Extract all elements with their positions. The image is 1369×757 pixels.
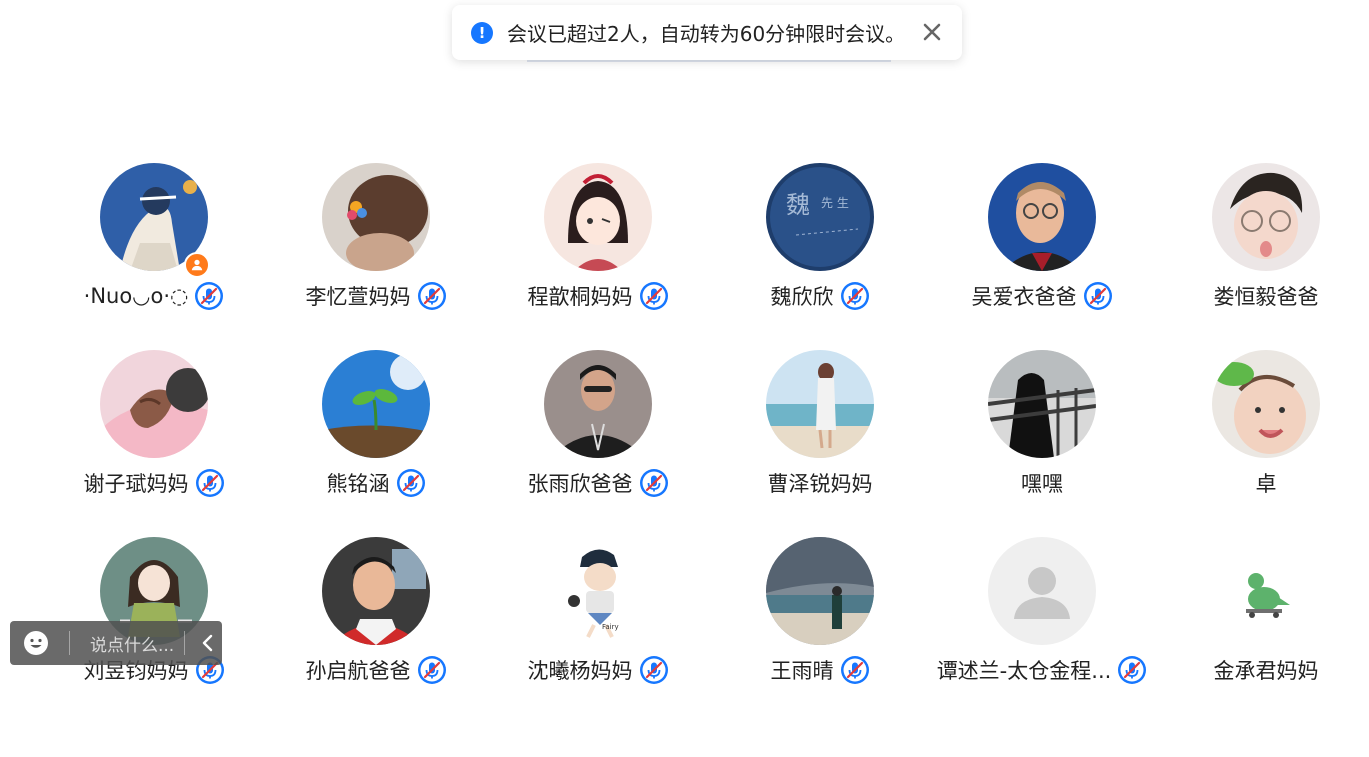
avatar-photo-beach-woman [766, 350, 874, 458]
participant-name-row: 娄恒毅爸爸 [1155, 281, 1369, 311]
participant-name: 嘿嘿 [1021, 472, 1063, 496]
participant-name: 曹泽锐妈妈 [767, 472, 873, 496]
participant-tile[interactable]: 孙启航爸爸 [265, 537, 487, 707]
avatar-photo-man-glasses [988, 163, 1096, 271]
mic-muted-icon [1083, 281, 1113, 311]
participant-name: 张雨欣爸爸 [527, 472, 633, 496]
mic-muted-icon [840, 655, 870, 685]
participant-name: 孙启航爸爸 [305, 659, 411, 683]
avatar-photo-baby-glasses [1212, 163, 1320, 271]
avatar-photo-boy [322, 537, 430, 645]
participant-name-row: 李忆萱妈妈 [265, 281, 487, 311]
participant-tile[interactable]: 娄恒毅爸爸 [1155, 163, 1369, 333]
mic-muted-icon [840, 281, 870, 311]
chat-input-placeholder[interactable]: 说点什么... [90, 631, 174, 656]
participant-tile[interactable]: 吴爱衣爸爸 [931, 163, 1153, 333]
avatar-photo-stormy-beach [766, 537, 874, 645]
chat-input-bar[interactable]: 说点什么... [10, 621, 222, 665]
avatar-photo-holding-hands [100, 350, 208, 458]
svg-text:先 生: 先 生 [821, 196, 849, 210]
participant-tile[interactable]: 李忆萱妈妈 [265, 163, 487, 333]
avatar-photo-baby-smiling [1212, 350, 1320, 458]
avatar-dark-blue-calligraphy: 魏先 生 [766, 163, 874, 271]
participant-name: 魏欣欣 [770, 285, 834, 309]
participant-name: 娄恒毅爸爸 [1213, 285, 1319, 309]
participant-name: 熊铭涵 [326, 472, 390, 496]
avatar-cartoon-fairy-kid: Fairy [544, 537, 652, 645]
mic-muted-icon [639, 281, 669, 311]
avatar-sky-sprout [322, 350, 430, 458]
participant-tile[interactable]: 曹泽锐妈妈 [709, 350, 931, 520]
participant-name-row: 熊铭涵 [265, 468, 487, 498]
participant-name: 谢子珷妈妈 [83, 472, 189, 496]
avatar-cartoon-dinosaur [1212, 537, 1320, 645]
svg-text:Fairy: Fairy [602, 623, 619, 631]
participant-name: 沈曦杨妈妈 [527, 659, 633, 683]
participant-name-row: 曹泽锐妈妈 [709, 468, 931, 498]
participant-name: 金承君妈妈 [1213, 659, 1319, 683]
mic-muted-icon [639, 655, 669, 685]
participant-tile[interactable]: 熊铭涵 [265, 350, 487, 520]
participant-name-row: 程歆桐妈妈 [487, 281, 709, 311]
participant-tile[interactable]: Fairy 沈曦杨妈妈 [487, 537, 709, 707]
mic-muted-icon [639, 468, 669, 498]
chat-divider [69, 631, 70, 655]
host-badge-icon [184, 252, 210, 278]
participant-name-row: 王雨晴 [709, 655, 931, 685]
participant-name: 吴爱衣爸爸 [971, 285, 1077, 309]
participant-name-row: 吴爱衣爸爸 [931, 281, 1153, 311]
chevron-left-icon[interactable] [197, 632, 219, 654]
participant-name-row: 谭述兰-太仓金程... [931, 655, 1153, 685]
emoji-icon[interactable] [23, 630, 49, 656]
avatar-photo-hair-clip [322, 163, 430, 271]
avatar-default-person [988, 537, 1096, 645]
participant-tile[interactable]: ·Nuo◡o·◌ [43, 163, 265, 333]
avatar-photo-dark-railing [988, 350, 1096, 458]
participant-name: 程歆桐妈妈 [527, 285, 633, 309]
participant-tile[interactable]: 嘿嘿 [931, 350, 1153, 520]
svg-text:魏: 魏 [786, 191, 810, 219]
avatar-anime-girl [544, 163, 652, 271]
participant-tile[interactable]: 魏先 生魏欣欣 [709, 163, 931, 333]
participant-name: 谭述兰-太仓金程... [936, 659, 1112, 683]
participant-name-row: 魏欣欣 [709, 281, 931, 311]
participant-name: 卓 [1255, 472, 1277, 496]
participant-tile[interactable]: 金承君妈妈 [1155, 537, 1369, 707]
participant-name-row: 金承君妈妈 [1155, 655, 1369, 685]
chat-divider [184, 631, 186, 655]
mic-muted-icon [417, 281, 447, 311]
participant-tile[interactable]: 谭述兰-太仓金程... [931, 537, 1153, 707]
participant-name: 王雨晴 [770, 659, 834, 683]
meeting-gallery-view: ! 会议已超过2人，自动转为60分钟限时会议。 ·Nuo◡o·◌ 李忆萱妈妈 程歆桐… [0, 0, 1369, 757]
participant-name-row: 孙启航爸爸 [265, 655, 487, 685]
participant-name-row: ·Nuo◡o·◌ [43, 281, 265, 311]
participant-name: 李忆萱妈妈 [305, 285, 411, 309]
mic-muted-icon [417, 655, 447, 685]
avatar-photo-man-jacket [544, 350, 652, 458]
participant-name-row: 卓 [1155, 468, 1369, 498]
mic-muted-icon [396, 468, 426, 498]
participant-name-row: 沈曦杨妈妈 [487, 655, 709, 685]
participant-tile[interactable]: 王雨晴 [709, 537, 931, 707]
participant-tile[interactable]: 谢子珷妈妈 [43, 350, 265, 520]
participant-name: ·Nuo◡o·◌ [83, 284, 189, 308]
participant-name-row: 嘿嘿 [931, 468, 1153, 498]
participant-name-row: 张雨欣爸爸 [487, 468, 709, 498]
participant-tile[interactable]: 程歆桐妈妈 [487, 163, 709, 333]
participant-tile[interactable]: 张雨欣爸爸 [487, 350, 709, 520]
participant-name-row: 谢子珷妈妈 [43, 468, 265, 498]
mic-muted-icon [1117, 655, 1147, 685]
participant-tile[interactable]: 卓 [1155, 350, 1369, 520]
mic-muted-icon [195, 468, 225, 498]
mic-muted-icon [194, 281, 224, 311]
